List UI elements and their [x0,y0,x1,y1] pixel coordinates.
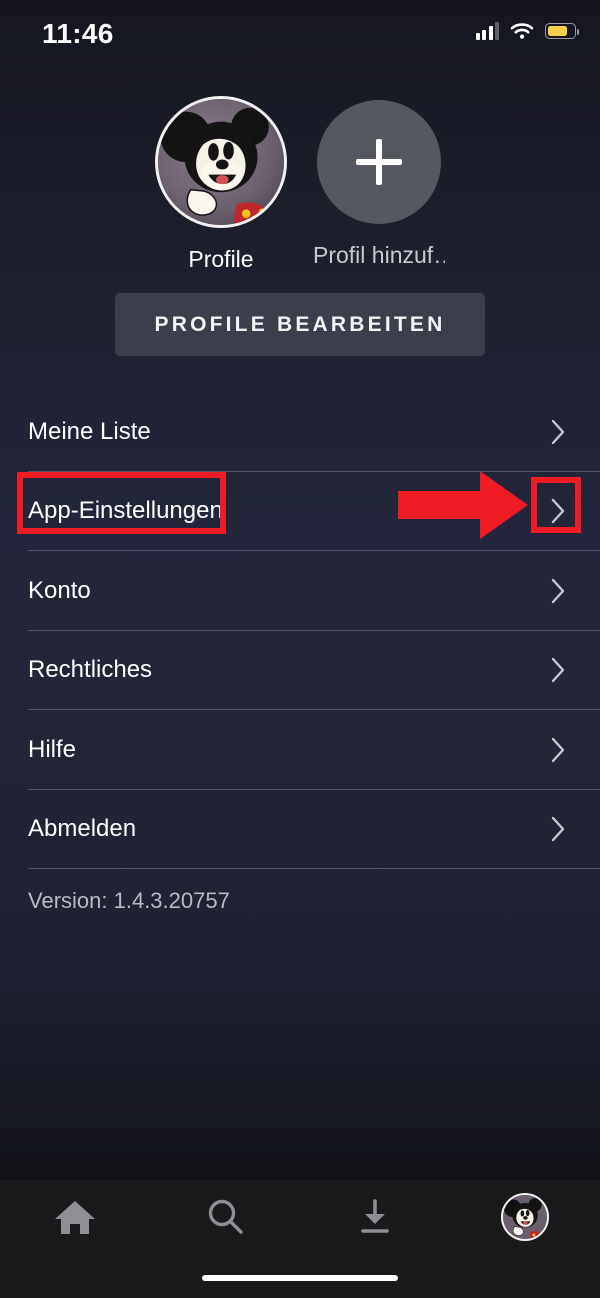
menu-item-abmelden[interactable]: Abmelden [0,790,600,870]
menu-item-konto[interactable]: Konto [0,551,600,631]
menu-item-label: Konto [28,576,91,604]
status-bar-icons [475,22,580,40]
menu-item-label: Abmelden [28,815,137,843]
profile-item-add[interactable]: Profil hinzuf… [313,96,445,273]
home-indicator [202,1275,398,1281]
status-bar: 11:46 [0,0,600,62]
wifi-icon [510,23,534,39]
menu-item-meine-liste[interactable]: Meine Liste [0,392,600,472]
tab-search[interactable] [150,1197,300,1237]
download-icon [361,1199,389,1233]
chevron-right-icon [551,737,565,762]
app-screen: 11:46 Profile Profil hinzuf… PROFILE BEA… [0,0,600,1298]
tab-profile[interactable] [450,1193,600,1241]
chevron-right-icon [551,817,565,842]
profile-selector: Profile Profil hinzuf… [0,96,600,273]
chevron-right-icon [551,419,565,444]
menu-item-label: Hilfe [28,735,77,763]
profile-item-label: Profil hinzuf… [313,242,445,268]
bottom-tab-bar [0,1180,600,1298]
settings-menu: Meine Liste App-Einstellungen Konto Rech… [0,392,600,869]
right-arrow-annotation [398,471,528,539]
battery-icon [545,23,580,39]
tab-home[interactable] [0,1197,150,1237]
tab-downloads[interactable] [300,1197,450,1237]
home-icon [55,1201,95,1234]
profile-avatar-icon [501,1193,549,1241]
profile-item-label: Profile [188,246,254,272]
menu-item-rechtliches[interactable]: Rechtliches [0,631,600,711]
chevron-right-icon [551,499,565,524]
profile-item-mickey[interactable]: Profile [155,96,287,273]
chevron-right-icon [551,658,565,683]
search-icon [208,1199,243,1234]
version-text: Version: 1.4.3.20757 [28,888,230,913]
cellular-bars-icon [475,22,499,40]
plus-icon [356,139,402,185]
status-bar-time: 11:46 [42,18,114,49]
menu-item-hilfe[interactable]: Hilfe [0,710,600,790]
edit-profiles-button[interactable]: PROFILE BEARBEITEN [115,293,485,356]
menu-item-label: Meine Liste [28,417,151,445]
chevron-right-icon [551,578,565,603]
add-profile-icon [317,100,441,224]
menu-item-label: Rechtliches [28,656,153,684]
mickey-mouse-avatar [155,96,287,228]
